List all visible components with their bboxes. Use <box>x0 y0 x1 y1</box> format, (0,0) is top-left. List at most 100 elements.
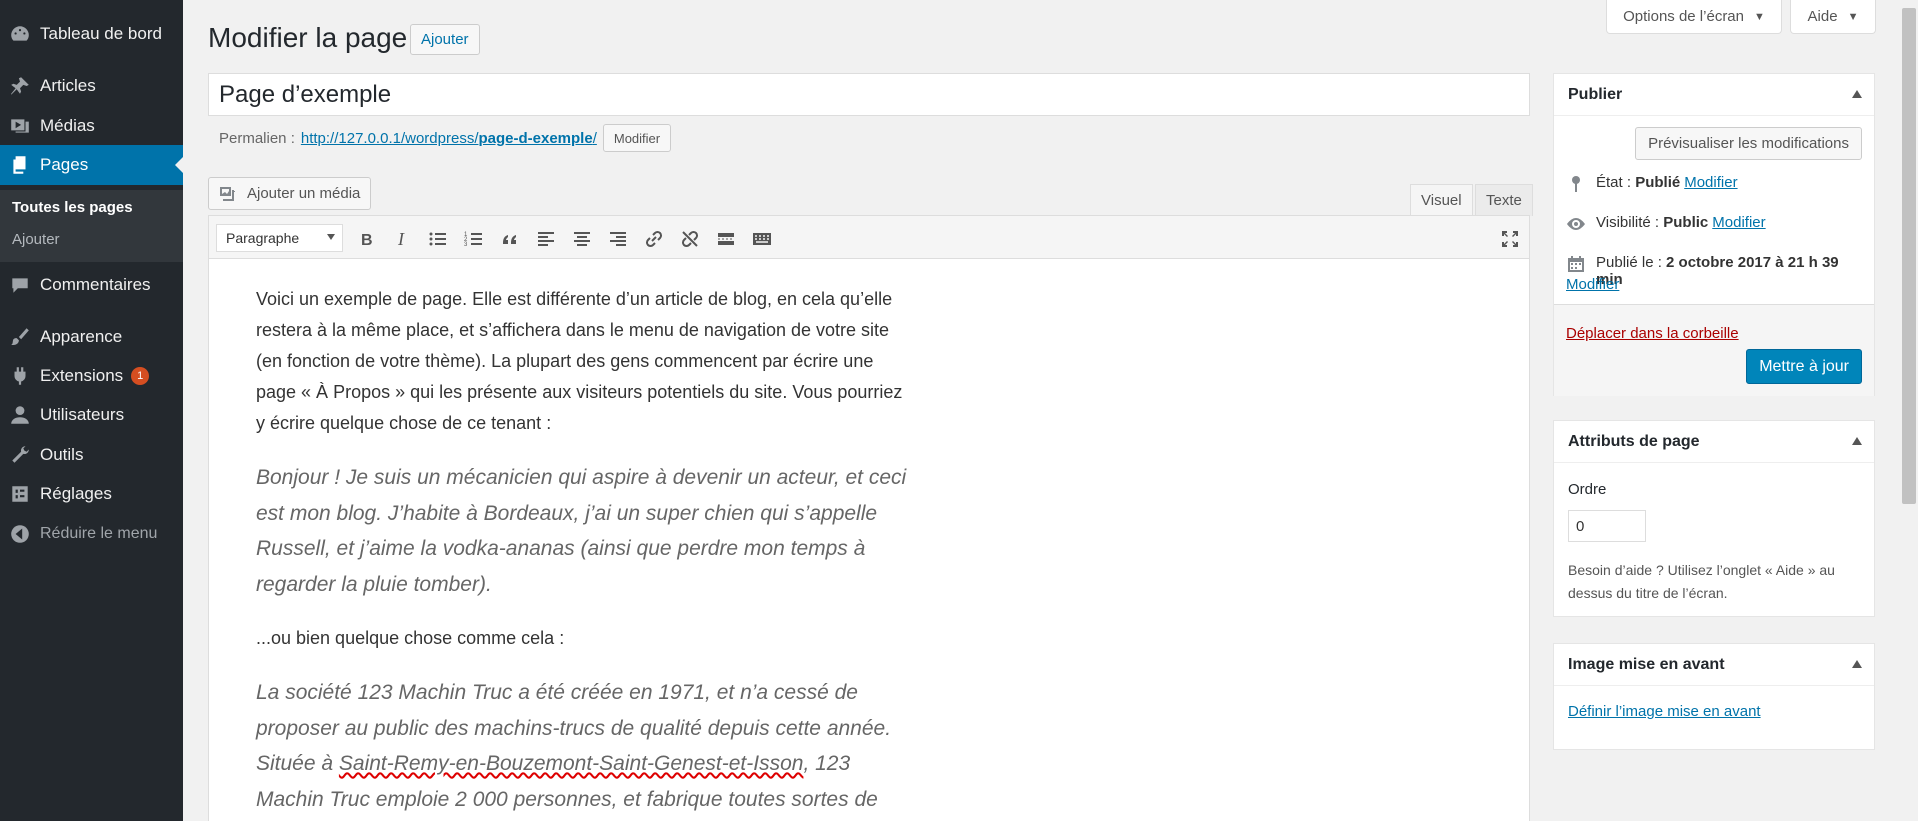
preview-changes-button[interactable]: Prévisualiser les modifications <box>1635 127 1862 160</box>
tab-text[interactable]: Texte <box>1475 184 1533 216</box>
bold-icon: B <box>361 232 373 249</box>
update-button[interactable]: Mettre à jour <box>1746 349 1862 384</box>
align-right-button[interactable] <box>605 226 631 252</box>
sidebar-item-label: Commentaires <box>40 275 151 294</box>
editor-content-area[interactable]: Voici un exemple de page. Elle est diffé… <box>208 259 1530 821</box>
read-more-icon <box>718 233 734 245</box>
pin-icon <box>1572 176 1580 192</box>
format-select[interactable]: Paragraphe <box>216 224 343 252</box>
edit-date-link[interactable]: Modifier <box>1566 276 1619 293</box>
set-featured-image-link[interactable]: Définir l’image mise en avant <box>1568 703 1761 720</box>
align-center-button[interactable] <box>569 226 595 252</box>
featured-image-header[interactable]: Image mise en avant <box>1554 644 1874 686</box>
collapse-toggle-icon[interactable] <box>1852 660 1862 668</box>
svg-text:3: 3 <box>464 242 468 248</box>
blockquote-button[interactable] <box>497 226 523 252</box>
collapse-toggle-icon[interactable] <box>1852 437 1862 445</box>
dashboard-icon <box>0 23 40 45</box>
permalink-row: Permalien : http://127.0.0.1/wordpress/p… <box>219 122 672 154</box>
edit-slug-button[interactable]: Modifier <box>602 124 672 152</box>
sidebar-item-pages[interactable]: Pages <box>0 145 183 185</box>
add-media-button[interactable]: Ajouter un média <box>208 177 372 210</box>
sidebar-item-medias[interactable]: Médias <box>0 106 183 146</box>
content-blockquote: La société 123 Machin Truc a été créée e… <box>256 681 892 811</box>
page-attributes-header[interactable]: Attributs de page <box>1554 421 1874 463</box>
collapse-icon <box>0 523 40 545</box>
sidebar-item-comments[interactable]: Commentaires <box>0 265 183 305</box>
sidebar-item-settings[interactable]: Réglages <box>0 474 183 514</box>
fullscreen-button[interactable] <box>1497 226 1523 252</box>
numbered-list-icon: 123 <box>464 232 482 248</box>
sidebar-item-label: Tableau de bord <box>40 24 162 43</box>
page-attributes-box: Attributs de page Ordre Besoin d’aide ? … <box>1553 420 1875 617</box>
content-paragraph: ...ou bien quelque chose comme cela : <box>256 628 565 648</box>
link-icon <box>645 230 663 248</box>
caret-down-icon <box>327 234 335 240</box>
wrench-icon <box>0 444 40 466</box>
sidebar-item-label: Outils <box>40 445 84 464</box>
sidebar-item-extensions[interactable]: Extensions 1 <box>0 356 183 396</box>
sidebar-item-label: Apparence <box>40 327 123 346</box>
svg-text:I: I <box>397 229 405 249</box>
caret-down-icon: ▼ <box>1754 10 1765 23</box>
sidebar-item-appearance[interactable]: Apparence <box>0 317 183 357</box>
editor-content[interactable]: Voici un exemple de page. Elle est diffé… <box>256 284 916 821</box>
submenu-add-page[interactable]: Ajouter <box>12 231 60 248</box>
sidebar-item-label: Médias <box>40 116 95 135</box>
publish-box-header[interactable]: Publier <box>1554 74 1874 116</box>
move-to-trash-link[interactable]: Déplacer dans la corbeille <box>1566 325 1739 342</box>
sidebar-item-label: Pages <box>40 155 89 174</box>
bold-button[interactable]: B <box>353 226 379 252</box>
media-icon <box>0 115 40 137</box>
paintbrush-icon <box>0 326 40 348</box>
attributes-help-text: Besoin d’aide ? Utilisez l’onglet « Aide… <box>1568 562 1835 601</box>
sidebar-item-articles[interactable]: Articles <box>0 66 183 106</box>
sidebar-item-tools[interactable]: Outils <box>0 435 183 475</box>
remove-link-button[interactable] <box>677 226 703 252</box>
collapse-toggle-icon[interactable] <box>1852 90 1862 98</box>
settings-icon <box>0 483 40 505</box>
tab-visual[interactable]: Visuel <box>1410 184 1473 216</box>
edit-status-link[interactable]: Modifier <box>1684 174 1737 191</box>
post-title-input[interactable] <box>208 73 1530 116</box>
admin-sidebar: Tableau de bord Articles Médias Pages To… <box>0 0 183 821</box>
align-center-icon <box>574 232 590 246</box>
add-page-button[interactable]: Ajouter <box>410 24 480 55</box>
sidebar-item-label: Utilisateurs <box>40 405 125 424</box>
user-icon <box>0 404 40 426</box>
content-blockquote: Bonjour ! Je suis un mécanicien qui aspi… <box>256 466 907 596</box>
sidebar-item-users[interactable]: Utilisateurs <box>0 395 183 435</box>
publish-box: Publier Prévisualiser les modifications … <box>1553 73 1875 396</box>
eye-icon <box>1567 218 1585 230</box>
toolbar-toggle-button[interactable] <box>749 226 775 252</box>
svg-text:B: B <box>361 232 373 249</box>
comment-icon <box>0 274 40 296</box>
collapse-menu-button[interactable]: Réduire le menu <box>0 514 183 554</box>
unlink-icon <box>681 230 699 248</box>
sidebar-item-label: Articles <box>40 76 96 95</box>
visibility-row: Visibilité : Public Modifier <box>1566 214 1766 234</box>
pushpin-icon <box>0 75 40 97</box>
kitchen-sink-icon <box>753 233 771 245</box>
pages-submenu: Toutes les pages Ajouter <box>0 190 183 262</box>
submenu-all-pages[interactable]: Toutes les pages <box>12 199 133 216</box>
pages-icon <box>0 154 40 176</box>
insert-more-button[interactable] <box>713 226 739 252</box>
italic-button[interactable]: I <box>389 226 415 252</box>
sidebar-item-label: Réduire le menu <box>40 525 158 542</box>
scrollbar-thumb[interactable] <box>1902 8 1916 504</box>
help-button[interactable]: Aide ▼ <box>1790 0 1876 34</box>
align-right-icon <box>610 232 626 246</box>
align-left-button[interactable] <box>533 226 559 252</box>
insert-link-button[interactable] <box>641 226 667 252</box>
permalink-link[interactable]: http://127.0.0.1/wordpress/page-d-exempl… <box>301 130 597 147</box>
align-left-icon <box>538 232 554 246</box>
sidebar-item-dashboard[interactable]: Tableau de bord <box>0 14 183 54</box>
page-scrollbar[interactable] <box>1900 0 1918 821</box>
bullet-list-button[interactable] <box>425 226 451 252</box>
media-upload-icon <box>220 186 235 201</box>
order-input[interactable] <box>1568 510 1646 542</box>
screen-options-button[interactable]: Options de l’écran ▼ <box>1606 0 1782 34</box>
edit-visibility-link[interactable]: Modifier <box>1712 214 1765 231</box>
numbered-list-button[interactable]: 123 <box>461 226 487 252</box>
